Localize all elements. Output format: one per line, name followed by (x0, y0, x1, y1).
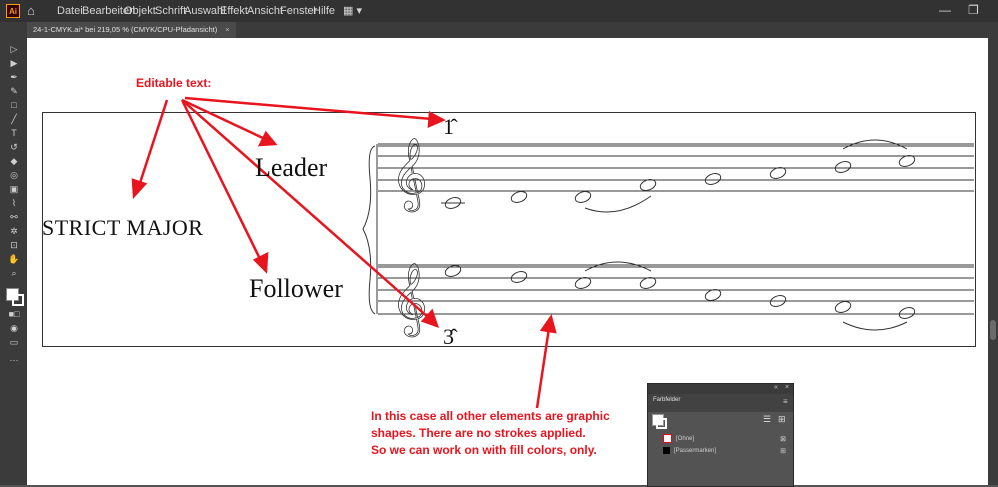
blend-tool-icon[interactable]: ⚯ (7, 211, 21, 223)
more-tools-icon[interactable]: ··· (7, 354, 21, 366)
scale-degree-1-text[interactable]: 1̂ (443, 114, 454, 140)
screen-mode-icon[interactable]: ▭ (7, 336, 21, 348)
eyedropper-tool-icon[interactable]: ⌇ (7, 197, 21, 209)
annotation-note-line1: In this case all other elements are grap… (371, 409, 610, 423)
tools-panel: ▷ ▶ ✒ ✎ □ ╱ T ↺ ◆ ◎ ▣ ⌇ ⚯ ✲ ⊡ ✋ ⌕ ■□ ◉ ▭… (0, 38, 27, 485)
pen-tool-icon[interactable]: ✒ (7, 71, 21, 83)
document-tab-title: 24-1-CMYK.ai* bei 219,05 % (CMYK/CPU-Pfa… (33, 25, 218, 34)
treble-clef-upper: 𝄞 (391, 136, 428, 212)
minimize-icon[interactable]: — (939, 3, 951, 17)
registration-swatch-icon (663, 446, 670, 454)
gradient-tool-icon[interactable]: ▣ (7, 183, 21, 195)
menu-schrift[interactable]: Schrift (155, 5, 186, 17)
draw-mode-icon[interactable]: ◉ (7, 322, 21, 334)
swatches-tab[interactable]: Farbfelder (653, 397, 680, 403)
symbol-sprayer-tool-icon[interactable]: ✲ (7, 225, 21, 237)
grand-staff-brace (362, 145, 376, 315)
collapse-panel-icon[interactable]: « (774, 384, 778, 391)
canvas: 𝄞 𝄞 STRICT MAJOR Leader Follower 1̂ 3̂ E… (27, 38, 988, 485)
document-tab-bar: 24-1-CMYK.ai* bei 219,05 % (CMYK/CPU-Pfa… (0, 22, 998, 38)
warp-tool-icon[interactable]: ◎ (7, 169, 21, 181)
menu-bar: Ai ⌂ Datei Bearbeiten Objekt Schrift Aus… (0, 0, 998, 22)
rotate-tool-icon[interactable]: ↺ (7, 141, 21, 153)
panel-stroke-swatch[interactable] (656, 418, 667, 429)
grid-view-icon[interactable]: ⊞ (778, 414, 786, 425)
home-icon[interactable]: ⌂ (27, 3, 35, 18)
swatches-panel: « × Farbfelder ≡ ☰ ⊞ [Ohne] ⊠ [Passermar… (647, 383, 794, 487)
app-logo: Ai (6, 4, 20, 18)
menu-effekt[interactable]: Effekt (220, 5, 248, 17)
panel-menu-icon[interactable]: ≡ (783, 397, 788, 406)
rectangle-tool-icon[interactable]: □ (7, 99, 21, 111)
registration-mark-icon: ⊞ (780, 448, 786, 455)
color-mode-icon[interactable]: ■□ (7, 308, 21, 320)
hand-tool-icon[interactable]: ✋ (7, 253, 21, 265)
menu-ansicht[interactable]: Ansicht (247, 5, 283, 17)
swatches-tab-row: Farbfelder ≡ (648, 394, 793, 412)
type-tool-icon[interactable]: T (7, 127, 21, 139)
close-tab-icon[interactable]: × (225, 25, 229, 34)
menu-hilfe[interactable]: Hilfe (313, 5, 335, 17)
annotation-note-line3: So we can work on with fill colors, only… (371, 443, 597, 457)
annotation-editable-text: Editable text: (136, 76, 212, 90)
scrollbar-thumb[interactable] (990, 320, 996, 340)
paintbrush-tool-icon[interactable]: ╱ (7, 113, 21, 125)
annotation-note-line2: shapes. There are no strokes applied. (371, 426, 586, 440)
menu-datei[interactable]: Datei (57, 5, 83, 17)
close-panel-icon[interactable]: × (785, 384, 789, 391)
menu-fenster[interactable]: Fenster (280, 5, 317, 17)
eraser-tool-icon[interactable]: ◆ (7, 155, 21, 167)
no-print-icon: ⊠ (780, 436, 786, 443)
direct-selection-tool-icon[interactable]: ▶ (7, 57, 21, 69)
swatch-row-registration[interactable]: [Passermarken] ⊞ (663, 446, 788, 457)
none-swatch-icon (663, 434, 672, 443)
swatch-row-none[interactable]: [Ohne] ⊠ (663, 434, 788, 445)
zoom-tool-icon[interactable]: ⌕ (7, 267, 21, 279)
curvature-tool-icon[interactable]: ✎ (7, 85, 21, 97)
selection-tool-icon[interactable]: ▷ (7, 43, 21, 55)
workspace-layout-icon[interactable]: ▦ ▾ (343, 4, 362, 17)
maximize-icon[interactable]: ❐ (968, 3, 979, 17)
lower-staff (378, 264, 974, 315)
list-view-icon[interactable]: ☰ (763, 414, 771, 425)
swatches-panel-titlebar[interactable]: « × (648, 384, 793, 394)
upper-staff (378, 143, 974, 192)
document-tab[interactable]: 24-1-CMYK.ai* bei 219,05 % (CMYK/CPU-Pfa… (27, 22, 236, 38)
lower-notes (444, 261, 916, 331)
follower-text[interactable]: Follower (249, 274, 343, 304)
stroke-swatch[interactable] (12, 294, 24, 306)
menu-objekt[interactable]: Objekt (124, 5, 156, 17)
artboard-tool-icon[interactable]: ⊡ (7, 239, 21, 251)
strict-major-text[interactable]: STRICT MAJOR (42, 215, 203, 241)
leader-text[interactable]: Leader (255, 153, 327, 183)
upper-notes (441, 139, 916, 213)
scale-degree-3-text[interactable]: 3̂ (443, 324, 454, 350)
vertical-scrollbar[interactable] (988, 38, 998, 485)
